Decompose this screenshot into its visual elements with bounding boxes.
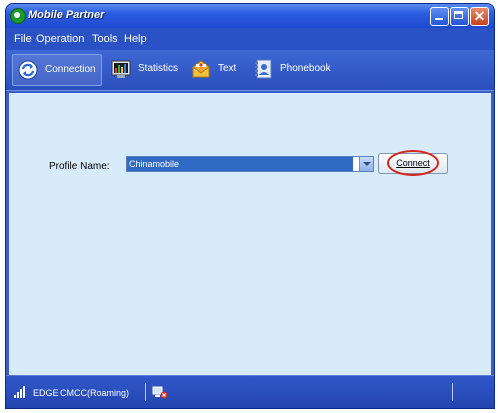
profile-select[interactable]: Chinamobile bbox=[126, 156, 374, 172]
tab-statistics[interactable]: Statistics bbox=[106, 54, 182, 84]
profile-select-value: Chinamobile bbox=[127, 157, 353, 171]
signal-strength-icon bbox=[14, 386, 28, 398]
menu-bar: File Operation Tools Help bbox=[6, 28, 494, 50]
tab-phonebook[interactable]: Phonebook bbox=[248, 54, 348, 84]
connection-panel: Profile Name: Chinamobile Connect bbox=[9, 93, 491, 375]
maximize-button[interactable] bbox=[450, 7, 469, 26]
menu-operation[interactable]: Operation bbox=[36, 33, 84, 45]
status-divider bbox=[145, 383, 146, 401]
tab-phonebook-label: Phonebook bbox=[280, 63, 331, 74]
connect-button[interactable]: Connect bbox=[378, 153, 448, 174]
tab-text-label: Text bbox=[218, 63, 237, 74]
close-button[interactable]: ✕ bbox=[470, 7, 489, 26]
tab-connection[interactable]: Connection bbox=[12, 54, 102, 86]
app-logo-icon bbox=[10, 8, 26, 24]
minimize-button[interactable] bbox=[430, 7, 449, 26]
profile-name-label: Profile Name: bbox=[49, 161, 110, 172]
connection-icon bbox=[18, 60, 38, 80]
minimize-icon bbox=[435, 18, 443, 20]
envelope-icon bbox=[192, 60, 210, 78]
menu-tools[interactable]: Tools bbox=[92, 33, 118, 45]
app-window: Mobile Partner ✕ File Operation Tools He… bbox=[6, 4, 494, 408]
status-bar: EDGE CMCC(Roaming) bbox=[6, 375, 494, 408]
status-divider-right bbox=[452, 383, 453, 401]
window-title: Mobile Partner bbox=[28, 9, 105, 21]
connect-button-label: Connect bbox=[396, 158, 430, 168]
menu-file[interactable]: File bbox=[14, 33, 32, 45]
close-icon: ✕ bbox=[473, 8, 486, 24]
phonebook-icon bbox=[255, 59, 272, 79]
statistics-icon bbox=[111, 60, 131, 78]
disconnected-icon bbox=[152, 386, 168, 399]
title-bar[interactable]: Mobile Partner ✕ bbox=[6, 4, 494, 28]
tab-statistics-label: Statistics bbox=[138, 63, 179, 74]
maximize-icon bbox=[454, 11, 463, 19]
menu-help[interactable]: Help bbox=[124, 33, 147, 45]
chevron-down-icon[interactable] bbox=[359, 157, 373, 171]
network-type: EDGE bbox=[33, 388, 59, 398]
tab-text[interactable]: Text bbox=[186, 54, 242, 84]
tab-connection-label: Connection bbox=[45, 64, 96, 75]
operator-name: CMCC(Roaming) bbox=[60, 388, 130, 398]
toolbar: Connection Statistics Text Phonebook bbox=[6, 50, 494, 91]
